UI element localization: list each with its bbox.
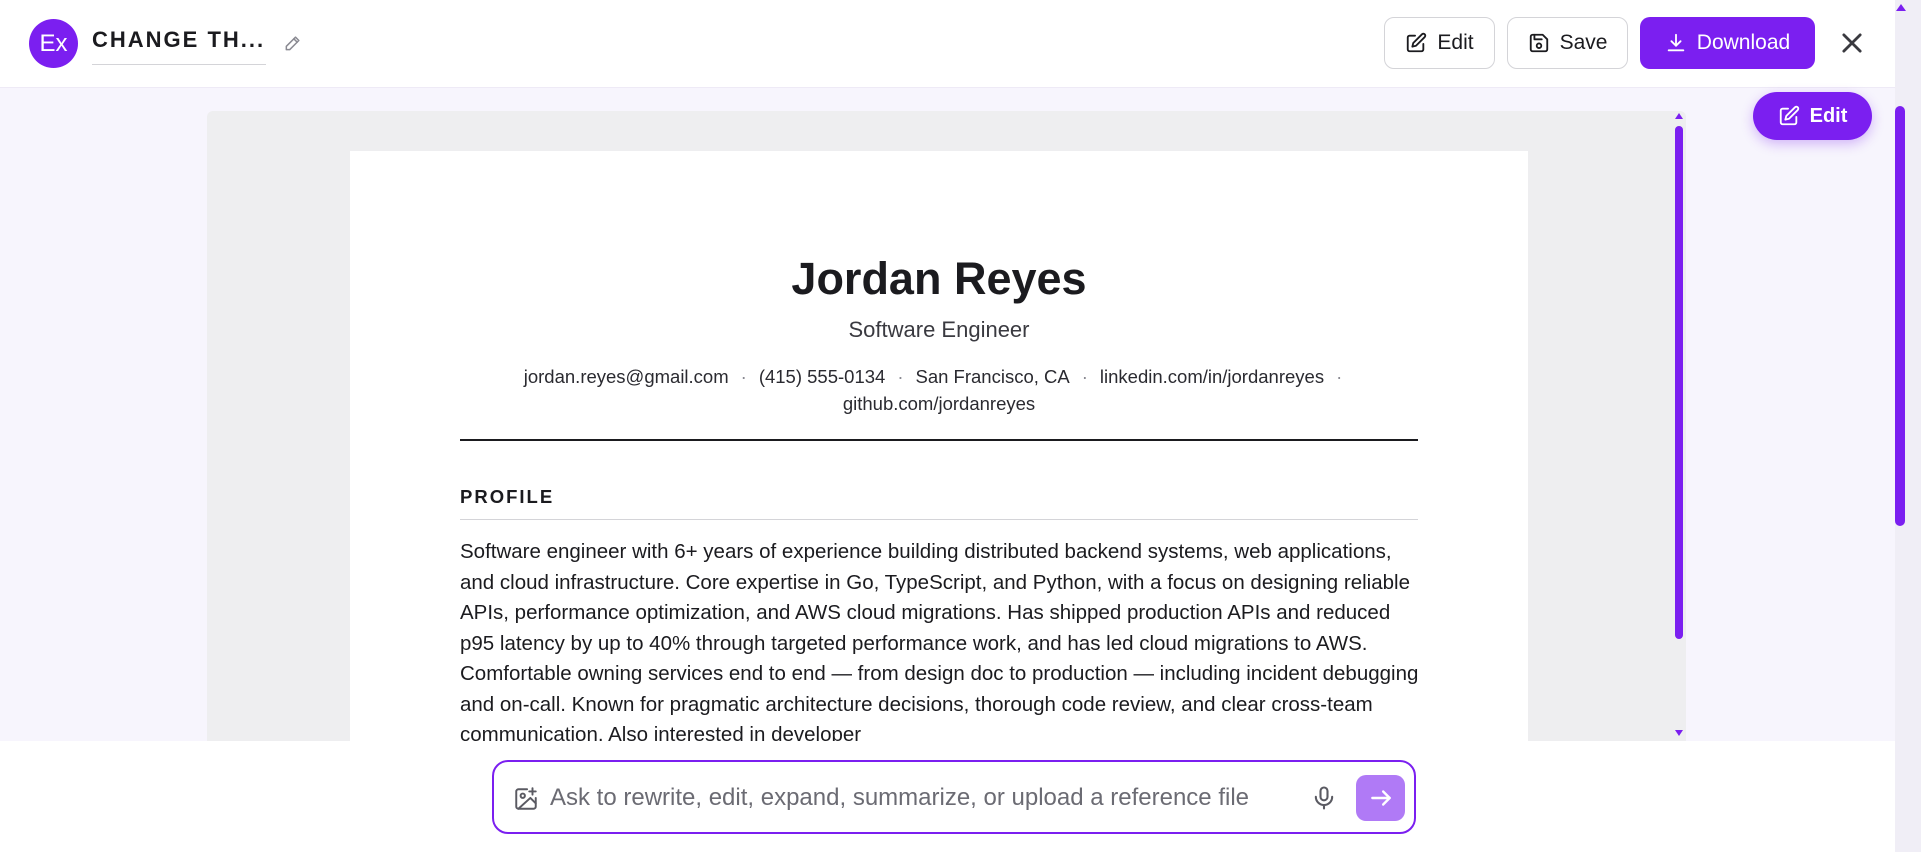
download-button-label: Download xyxy=(1696,31,1791,54)
contact-phone: (415) 555-0134 xyxy=(758,366,886,387)
separator: · xyxy=(1081,366,1088,387)
section-divider xyxy=(460,519,1418,520)
contact-location: San Francisco, CA xyxy=(915,366,1070,387)
floating-edit-button[interactable]: Edit xyxy=(1753,92,1872,140)
separator: · xyxy=(740,366,747,387)
document-canvas: Jordan Reyes Software Engineer jordan.re… xyxy=(207,111,1686,741)
page-scrollbar-thumb[interactable] xyxy=(1895,106,1905,526)
canvas-scroll-down-arrow[interactable] xyxy=(1675,730,1683,736)
edit-button[interactable]: Edit xyxy=(1384,17,1495,69)
contact-linkedin: linkedin.com/in/jordanreyes xyxy=(1099,366,1325,387)
app-logo[interactable]: Ex xyxy=(29,19,78,68)
edit-button-label: Edit xyxy=(1437,31,1474,54)
save-button[interactable]: Save xyxy=(1507,17,1628,69)
resume-role: Software Engineer xyxy=(848,317,1030,342)
send-button[interactable] xyxy=(1356,775,1405,821)
profile-heading: PROFILE xyxy=(460,486,555,507)
resume-name: Jordan Reyes xyxy=(791,253,1087,304)
canvas-scrollbar-thumb[interactable] xyxy=(1675,126,1683,639)
pencil-icon[interactable] xyxy=(283,33,303,53)
header-divider xyxy=(460,439,1418,441)
download-button[interactable]: Download xyxy=(1640,17,1815,69)
separator: · xyxy=(897,366,904,387)
microphone-icon[interactable] xyxy=(1310,784,1338,812)
page-scroll-up-arrow[interactable] xyxy=(1896,4,1906,11)
contact-email: jordan.reyes@gmail.com xyxy=(523,366,729,387)
resume-page: Jordan Reyes Software Engineer jordan.re… xyxy=(350,151,1528,741)
contact-line: jordan.reyes@gmail.com · (415) 555-0134 · Sa… xyxy=(460,363,1418,417)
prompt-input[interactable] xyxy=(550,776,1290,820)
floating-edit-label: Edit xyxy=(1809,104,1848,127)
profile-text: Software engineer with 6+ years of exper… xyxy=(460,540,1419,741)
save-button-label: Save xyxy=(1559,31,1608,54)
separator: · xyxy=(1336,366,1343,387)
edit-square-icon xyxy=(1779,105,1799,126)
floppy-disk-icon xyxy=(1529,33,1548,53)
prompt-box xyxy=(492,760,1416,834)
contact-github: github.com/jordanreyes xyxy=(842,393,1036,414)
top-bar: Ex CHANGE TH... Edit Save Download xyxy=(0,0,1921,88)
image-add-icon[interactable] xyxy=(513,786,539,812)
canvas-scroll-up-arrow[interactable] xyxy=(1675,113,1683,119)
document-title[interactable]: CHANGE TH... xyxy=(92,25,266,65)
close-icon[interactable] xyxy=(1838,29,1866,57)
edit-square-icon xyxy=(1407,32,1427,53)
download-icon xyxy=(1667,33,1685,52)
arrow-right-icon xyxy=(1370,790,1391,806)
